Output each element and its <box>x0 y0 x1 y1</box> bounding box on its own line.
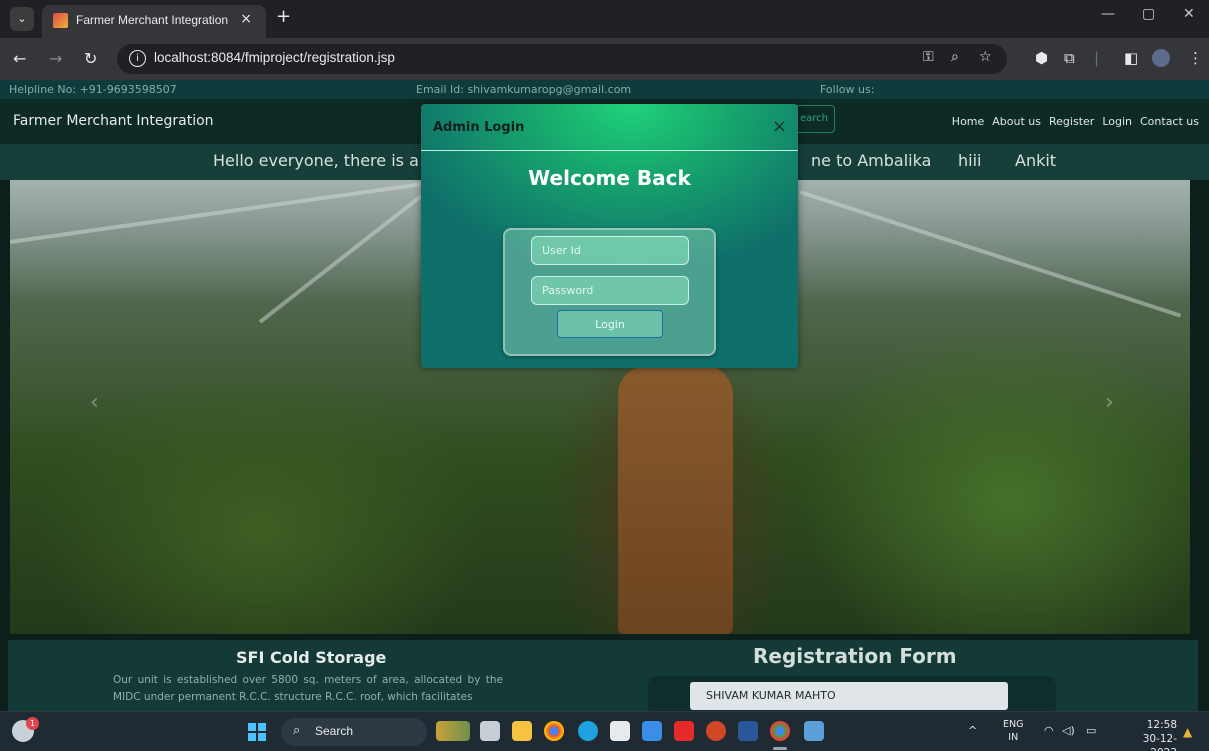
url-text[interactable]: localhost:8084/fmiproject/registration.j… <box>154 50 395 65</box>
login-form: Login <box>503 228 716 356</box>
carousel-next-icon[interactable]: › <box>1105 390 1114 415</box>
notification-bell-icon[interactable]: ▲ <box>1183 725 1192 739</box>
task-view-icon[interactable] <box>480 721 500 741</box>
tab-close-icon[interactable]: × <box>240 11 252 27</box>
new-tab-icon[interactable]: + <box>276 6 291 27</box>
registration-form-title: Registration Form <box>753 644 957 668</box>
forward-arrow-icon[interactable]: → <box>49 49 62 68</box>
marquee-text-hiii: hiii <box>958 151 982 170</box>
password-input[interactable] <box>531 276 689 305</box>
language-indicator[interactable]: ENG IN <box>1003 718 1023 744</box>
vscode-icon[interactable] <box>642 721 662 741</box>
browser-tab[interactable]: Farmer Merchant Integration × <box>42 5 266 38</box>
youtube-icon[interactable] <box>674 721 694 741</box>
reload-icon[interactable]: ↻ <box>84 49 97 68</box>
follow-us-text: Follow us: <box>820 83 875 96</box>
battery-icon[interactable]: ▭ <box>1086 724 1096 737</box>
extension-cube-icon[interactable]: ⬢ <box>1035 49 1048 67</box>
file-explorer-icon[interactable] <box>512 721 532 741</box>
clock-date: 30-12-2023 <box>1142 733 1177 751</box>
nav-links: Home About us Register Login Contact us <box>952 115 1199 128</box>
registration-name-field[interactable]: SHIVAM KUMAR MAHTO <box>690 682 1008 710</box>
admin-login-modal: Admin Login × Welcome Back Login <box>421 104 798 368</box>
modal-close-icon[interactable]: × <box>772 116 787 137</box>
user-id-input[interactable] <box>531 236 689 265</box>
taskbar-search[interactable]: ⌕ Search <box>281 718 427 746</box>
nav-contact[interactable]: Contact us <box>1140 115 1199 128</box>
virtualbox-icon[interactable] <box>804 721 824 741</box>
farmer-figure <box>618 365 733 634</box>
side-panel-icon[interactable]: ◧ <box>1124 49 1138 67</box>
welcome-heading: Welcome Back <box>528 166 691 190</box>
browser-tab-bar: ⌄ Farmer Merchant Integration × + — ▢ ✕ <box>0 0 1209 38</box>
edge-icon[interactable] <box>578 721 598 741</box>
restore-icon[interactable]: ▢ <box>1142 6 1155 22</box>
helpline-text: Helpline No: +91-9693598507 <box>9 83 177 96</box>
nav-home[interactable]: Home <box>952 115 984 128</box>
word-icon[interactable] <box>738 721 758 741</box>
browser-toolbar: ← → ↻ i localhost:8084/fmiproject/regist… <box>0 38 1209 80</box>
taskbar-search-label: Search <box>315 724 354 738</box>
cold-storage-description: Our unit is established over 5800 sq. me… <box>113 674 503 703</box>
widgets-icon[interactable] <box>436 721 470 741</box>
site-info-icon[interactable]: i <box>129 50 146 67</box>
favicon-icon <box>53 13 68 28</box>
powerpoint-icon[interactable] <box>706 721 726 741</box>
email-text: Email Id: shivamkumaropg@gmail.com <box>416 83 632 96</box>
login-button[interactable]: Login <box>557 310 663 338</box>
wifi-icon[interactable]: ◠ <box>1044 724 1054 737</box>
key-icon[interactable]: ⚿ <box>923 49 934 65</box>
chrome-active-icon[interactable] <box>770 721 790 741</box>
profile-avatar[interactable] <box>1152 49 1170 67</box>
volume-icon[interactable]: ◁) <box>1062 724 1075 737</box>
site-brand[interactable]: Farmer Merchant Integration <box>13 113 214 129</box>
contact-strip: Helpline No: +91-9693598507 Email Id: sh… <box>0 80 1209 99</box>
info-section: SFI Cold Storage Our unit is established… <box>8 640 1198 711</box>
cold-storage-title: SFI Cold Storage <box>236 648 387 667</box>
carousel-prev-icon[interactable]: ‹ <box>90 390 99 415</box>
zoom-icon[interactable]: ⌕ <box>951 49 959 65</box>
nav-register[interactable]: Register <box>1049 115 1094 128</box>
marquee-text-right: ne to Ambalika <box>811 151 932 170</box>
start-windows-icon[interactable] <box>248 723 266 741</box>
weather-badge: 1 <box>26 717 39 730</box>
window-close-icon[interactable]: ✕ <box>1183 6 1195 22</box>
search-icon: ⌕ <box>293 723 301 738</box>
minimize-icon[interactable]: — <box>1101 6 1115 22</box>
menu-kebab-icon[interactable]: ⋮ <box>1188 49 1203 67</box>
modal-title: Admin Login <box>433 120 525 135</box>
marquee-text-ankit: Ankit <box>1015 151 1057 170</box>
tab-search-chevron-icon[interactable]: ⌄ <box>10 7 34 31</box>
modal-divider <box>421 150 798 151</box>
marquee-text-left: Hello everyone, there is a <box>213 151 419 170</box>
extensions-puzzle-icon[interactable]: ⧉ <box>1064 49 1075 67</box>
nav-login[interactable]: Login <box>1102 115 1132 128</box>
tray-overflow-icon[interactable]: ^ <box>968 724 977 737</box>
language-code: ENG <box>1003 719 1024 730</box>
active-app-indicator <box>773 747 787 750</box>
tab-title: Farmer Merchant Integration <box>76 13 229 27</box>
bookmark-star-icon[interactable]: ☆ <box>979 49 992 65</box>
chrome-icon[interactable] <box>544 721 564 741</box>
nav-about[interactable]: About us <box>992 115 1041 128</box>
system-clock[interactable]: 12:58 30-12-2023 <box>1121 718 1177 751</box>
region-code: IN <box>1008 732 1019 743</box>
toolbar-divider: | <box>1094 49 1100 67</box>
back-arrow-icon[interactable]: ← <box>13 49 26 68</box>
store-icon[interactable] <box>610 721 630 741</box>
clock-time: 12:58 <box>1146 719 1177 731</box>
windows-taskbar: 1 ⌕ Search ^ ENG IN ◠ ◁) ▭ 12:58 30-12-2… <box>0 711 1209 751</box>
address-bar[interactable]: i localhost:8084/fmiproject/registration… <box>117 44 1007 74</box>
search-button[interactable]: earch <box>795 105 835 133</box>
